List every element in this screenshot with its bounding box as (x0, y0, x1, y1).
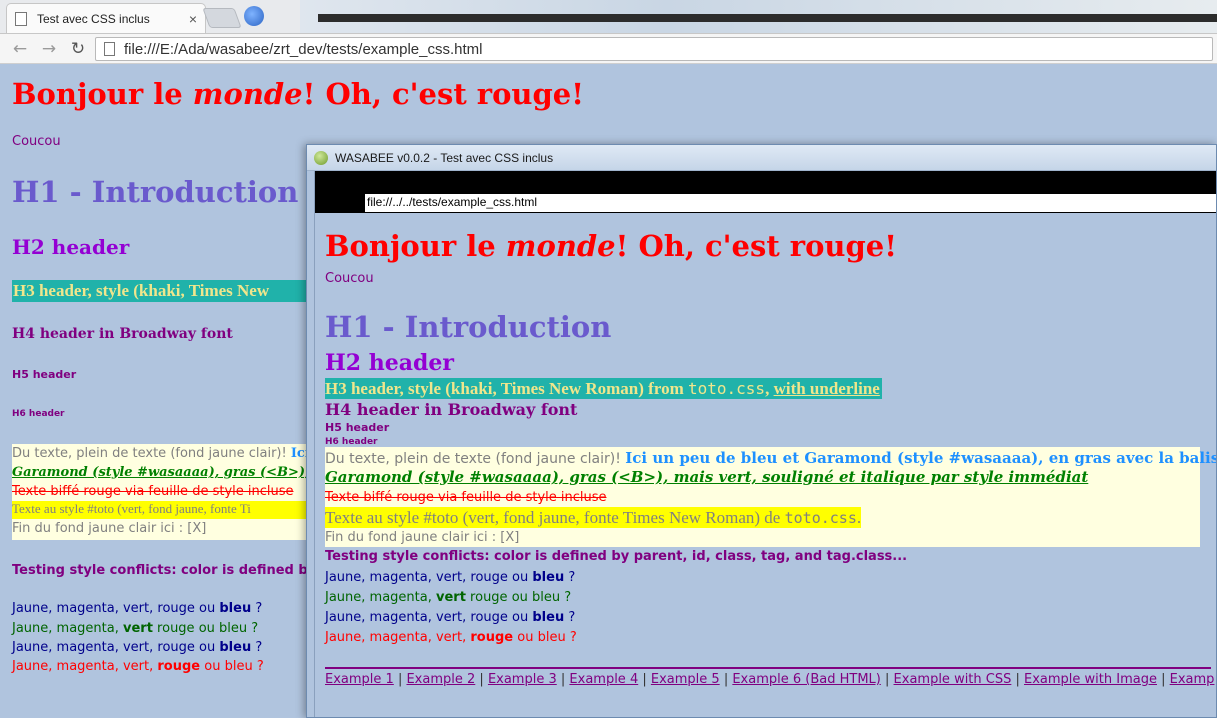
link-example-image[interactable]: Example with Image (1024, 672, 1157, 687)
wasabee-titlebar[interactable]: WASABEE v0.0.2 - Test avec CSS inclus (307, 145, 1216, 171)
box-line-3: Texte biffé rouge via feuille de style i… (325, 490, 607, 505)
h3-heading: H3 header, style (khaki, Times New Roman… (325, 378, 882, 399)
h5-heading: H5 header (325, 421, 390, 434)
h4-heading: H4 header in Broadway font (325, 400, 578, 419)
coucou-text: Coucou (325, 271, 374, 286)
yellow-box: Du texte, plein de texte (fond jaune cla… (12, 444, 308, 540)
h6-heading: H6 header (325, 437, 378, 447)
globe-icon (244, 6, 264, 26)
link-example-5[interactable]: Example 5 (651, 672, 720, 687)
wasabee-window: WASABEE v0.0.2 - Test avec CSS inclus fi… (306, 144, 1217, 718)
forward-arrow-icon[interactable]: → (38, 38, 60, 60)
background-window-bar (318, 14, 1217, 22)
conflicts-text: Testing style conflicts: color is define… (12, 563, 339, 578)
box-line-1: Du texte, plein de texte (fond jaune cla… (325, 449, 1217, 467)
link-example-css[interactable]: Example with CSS (894, 672, 1012, 687)
browser-tab[interactable]: Test avec CSS inclus × (6, 3, 206, 33)
close-icon[interactable]: × (189, 11, 197, 27)
colors-line-1: Jaune, magenta, vert, rouge ou bleu ? (12, 601, 263, 616)
box-line-4: Texte au style #toto (vert, fond jaune, … (12, 501, 308, 519)
link-example-3[interactable]: Example 3 (488, 672, 557, 687)
h5-heading: H5 header (12, 368, 77, 381)
box-line-2: Garamond (style #wasaaaa), gras (<B>), m… (325, 468, 1089, 486)
coucou-text: Coucou (12, 134, 61, 149)
box-line-3: Texte biffé rouge via feuille de style i… (12, 484, 294, 499)
h2-heading: H2 header (12, 235, 130, 259)
colors-line-2: Jaune, magenta, vert rouge ou bleu ? (12, 621, 259, 636)
link-example-6[interactable]: Example 6 (Bad HTML) (732, 672, 881, 687)
h2-heading: H2 header (325, 350, 454, 376)
h4-heading: H4 header in Broadway font (12, 326, 233, 342)
box-line-5: Fin du fond jaune clair ici : [X] (325, 530, 520, 545)
colors-line-3: Jaune, magenta, vert, rouge ou bleu ? (12, 640, 263, 655)
window-title: WASABEE v0.0.2 - Test avec CSS inclus (335, 150, 554, 165)
h1-heading: H1 - Introduction (325, 310, 612, 344)
page-heading: Bonjour le monde! Oh, c'est rouge! (12, 77, 584, 111)
page-icon (104, 42, 115, 56)
address-bar[interactable]: file:///E:/Ada/wasabee/zrt_dev/tests/exa… (95, 37, 1213, 61)
h3-heading: H3 header, style (khaki, Times New (12, 280, 310, 302)
box-line-2: Garamond (style #wasaaaa), gras (<B>), m… (12, 465, 308, 480)
url-text: file:///E:/Ada/wasabee/zrt_dev/tests/exa… (124, 40, 483, 58)
page-icon (15, 12, 27, 26)
example-links: Example 1 | Example 2 | Example 3 | Exam… (325, 672, 1215, 687)
yellow-box: Du texte, plein de texte (fond jaune cla… (325, 447, 1216, 547)
colors-line-4: Jaune, magenta, vert, rouge ou bleu ? (12, 659, 264, 674)
box-line-5: Fin du fond jaune clair ici : [X] (12, 521, 207, 536)
horizontal-rule (325, 667, 1211, 669)
h6-heading: H6 header (12, 409, 65, 419)
colors-line-3: Jaune, magenta, vert, rouge ou bleu ? (325, 610, 576, 625)
new-tab-button[interactable] (202, 8, 242, 28)
tab-title: Test avec CSS inclus (37, 12, 150, 26)
colors-line-4: Jaune, magenta, vert, rouge ou bleu ? (325, 630, 577, 645)
tab-strip: Test avec CSS inclus × (0, 0, 1217, 34)
browser-toolbar: ← → ↻ file:///E:/Ada/wasabee/zrt_dev/tes… (0, 34, 1217, 64)
wasabee-address-bar[interactable]: file://../../tests/example_css.html (365, 194, 1216, 212)
link-example-more[interactable]: Examp (1170, 672, 1215, 687)
link-example-4[interactable]: Example 4 (569, 672, 638, 687)
back-arrow-icon[interactable]: ← (9, 38, 31, 60)
wasabee-url-text: file://../../tests/example_css.html (367, 195, 538, 209)
box-line-1: Du texte, plein de texte (fond jaune cla… (12, 446, 308, 461)
link-example-1[interactable]: Example 1 (325, 672, 394, 687)
app-icon (314, 150, 328, 165)
h1-heading: H1 - Introduction (12, 175, 299, 209)
link-example-2[interactable]: Example 2 (406, 672, 475, 687)
colors-line-1: Jaune, magenta, vert, rouge ou bleu ? (325, 570, 576, 585)
conflicts-text: Testing style conflicts: color is define… (325, 549, 908, 564)
colors-line-2: Jaune, magenta, vert rouge ou bleu ? (325, 590, 572, 605)
box-line-4: Texte au style #toto (vert, fond jaune, … (325, 507, 862, 528)
page-heading: Bonjour le monde! Oh, c'est rouge! (325, 229, 897, 263)
reload-icon[interactable]: ↻ (67, 38, 89, 60)
